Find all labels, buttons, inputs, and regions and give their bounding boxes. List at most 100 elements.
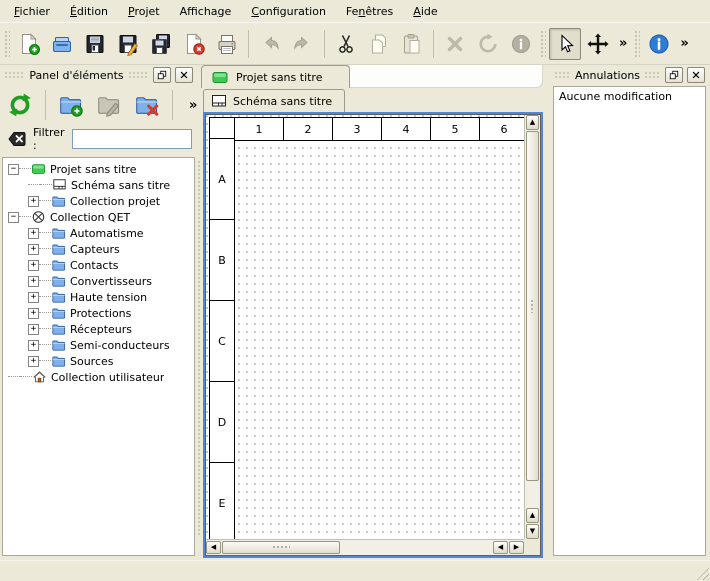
close-file-button[interactable] bbox=[178, 28, 210, 60]
tree-item-semi-conducteurs[interactable]: +Semi-conducteurs bbox=[3, 337, 194, 353]
scroll-up-icon[interactable]: ▲ bbox=[526, 115, 539, 130]
info-blue-button[interactable] bbox=[643, 28, 675, 60]
filter-input[interactable] bbox=[72, 129, 192, 149]
toolbar-extension-chevron[interactable]: » bbox=[676, 36, 692, 51]
horizontal-scrollbar[interactable]: ◀ ◀ ▶ bbox=[206, 539, 524, 555]
save-all-button[interactable] bbox=[145, 28, 177, 60]
collapse-icon[interactable]: − bbox=[8, 212, 19, 223]
refresh-button[interactable] bbox=[3, 88, 37, 122]
menu-edition[interactable]: Édition bbox=[60, 2, 118, 21]
scroll-left-icon[interactable]: ◀ bbox=[493, 541, 508, 554]
resize-grip[interactable] bbox=[695, 566, 709, 580]
menu-fichier[interactable]: Fichier bbox=[4, 2, 60, 21]
folder-edit-button[interactable] bbox=[92, 88, 126, 122]
close-panel-icon[interactable] bbox=[175, 67, 193, 83]
column-header: 3 bbox=[332, 117, 382, 141]
menu-aide[interactable]: Aide bbox=[403, 2, 447, 21]
collapse-icon[interactable]: − bbox=[8, 164, 19, 175]
tree-item-haute-tension[interactable]: + Haute tension bbox=[3, 289, 194, 305]
expand-icon[interactable]: + bbox=[28, 244, 39, 255]
tree-connector bbox=[19, 168, 31, 170]
info-gray-button[interactable] bbox=[505, 28, 537, 60]
paste-button[interactable] bbox=[396, 28, 428, 60]
tree-item-capteurs[interactable]: +Capteurs bbox=[3, 241, 194, 257]
redo-icon bbox=[291, 32, 315, 56]
tree-item-convertisseurs[interactable]: + Convertisseurs bbox=[3, 273, 194, 289]
toolbar-handle[interactable] bbox=[4, 30, 10, 58]
tree-item-protections[interactable]: +Protections bbox=[3, 305, 194, 321]
folder-new-button[interactable] bbox=[54, 88, 88, 122]
rotate-icon bbox=[476, 32, 500, 56]
print-button[interactable] bbox=[211, 28, 243, 60]
horizontal-scrollbar-thumb[interactable] bbox=[222, 541, 340, 554]
menu-projet[interactable]: Projet bbox=[118, 2, 170, 21]
save-button[interactable] bbox=[79, 28, 111, 60]
expand-icon[interactable]: + bbox=[28, 260, 39, 271]
expand-icon[interactable]: + bbox=[28, 324, 39, 335]
diagram-canvas[interactable]: 123456 ABCDE bbox=[206, 115, 524, 539]
expand-icon[interactable]: + bbox=[28, 228, 39, 239]
expand-icon[interactable]: + bbox=[28, 292, 39, 303]
delete-icon bbox=[443, 32, 467, 56]
tree-item-contacts[interactable]: +Contacts bbox=[3, 257, 194, 273]
main-area: Panel d'éléments » Filtrer : −Projet san… bbox=[0, 65, 710, 560]
float-window-icon[interactable] bbox=[665, 67, 683, 83]
tree-item-collection-utilisateur[interactable]: Collection utilisateur bbox=[3, 369, 194, 385]
save-as-button[interactable] bbox=[112, 28, 144, 60]
delete-button[interactable] bbox=[439, 28, 471, 60]
folder-delete-button[interactable] bbox=[130, 88, 164, 122]
expand-icon[interactable]: + bbox=[28, 356, 39, 367]
folder-icon bbox=[51, 258, 66, 272]
redo-button[interactable] bbox=[287, 28, 319, 60]
tree-item-label: Haute tension bbox=[70, 291, 147, 304]
tab-schema[interactable]: Schéma sans titre bbox=[203, 89, 345, 112]
tree-item-recepteurs[interactable]: +Récepteurs bbox=[3, 321, 194, 337]
toolbar-extension-chevron[interactable]: » bbox=[185, 98, 201, 113]
tree-item-schema-sans-titre[interactable]: Schéma sans titre bbox=[3, 177, 194, 193]
tree-item-label: Collection utilisateur bbox=[51, 371, 164, 384]
tab-project[interactable]: Projet sans titre bbox=[201, 65, 350, 88]
undo-button[interactable] bbox=[254, 28, 286, 60]
vertical-scrollbar-thumb[interactable] bbox=[526, 131, 539, 481]
new-document-icon bbox=[17, 32, 41, 56]
tree-item-label: Convertisseurs bbox=[70, 275, 152, 288]
expand-icon[interactable]: + bbox=[28, 340, 39, 351]
toolbar-handle[interactable] bbox=[634, 30, 640, 58]
vertical-scrollbar[interactable]: ▲ ▲ ▼ bbox=[524, 115, 540, 539]
menu-configuration[interactable]: Configuration bbox=[241, 2, 336, 21]
expand-icon[interactable]: + bbox=[28, 196, 39, 207]
new-document-button[interactable] bbox=[13, 28, 45, 60]
column-header: 1 bbox=[234, 117, 284, 141]
copy-button[interactable] bbox=[363, 28, 395, 60]
menu-affichage[interactable]: Affichage bbox=[170, 2, 242, 21]
float-window-icon[interactable] bbox=[153, 67, 171, 83]
toolbar-handle[interactable] bbox=[540, 30, 546, 58]
tree-item-automatisme[interactable]: +Automatisme bbox=[3, 225, 194, 241]
close-panel-icon[interactable] bbox=[687, 67, 705, 83]
scroll-up-icon[interactable]: ▲ bbox=[526, 508, 539, 523]
open-project-button[interactable] bbox=[46, 28, 78, 60]
rotate-button[interactable] bbox=[472, 28, 504, 60]
expand-icon[interactable]: + bbox=[28, 308, 39, 319]
expand-icon[interactable]: + bbox=[28, 276, 39, 287]
tab-schema-label: Schéma sans titre bbox=[233, 95, 332, 108]
diagram-frame: 123456 ABCDE ▲ ▲ ▼ ◀ ◀ ▶ bbox=[205, 114, 541, 556]
close-file-icon bbox=[182, 32, 206, 56]
filter-clear-icon[interactable] bbox=[7, 130, 27, 148]
scroll-right-icon[interactable]: ▶ bbox=[509, 541, 524, 554]
mdi-area: Projet sans titre Schéma sans titre 1234… bbox=[201, 65, 549, 560]
toolbar-extension-chevron[interactable]: » bbox=[615, 36, 631, 51]
scroll-down-icon[interactable]: ▼ bbox=[526, 524, 539, 539]
elements-panel-titlebar[interactable]: Panel d'éléments bbox=[1, 65, 196, 85]
cut-button[interactable] bbox=[330, 28, 362, 60]
undo-history-item[interactable]: Aucune modification bbox=[554, 88, 705, 105]
scroll-left-icon[interactable]: ◀ bbox=[206, 541, 221, 554]
tree-item-projet-sans-titre[interactable]: −Projet sans titre bbox=[3, 161, 194, 177]
tree-item-sources[interactable]: +Sources bbox=[3, 353, 194, 369]
menu-fenetres[interactable]: Fenêtres bbox=[336, 2, 403, 21]
tree-item-collection-qet[interactable]: −Collection QET bbox=[3, 209, 194, 225]
undo-panel-titlebar[interactable]: Annulations bbox=[551, 65, 708, 85]
move-mode-button[interactable] bbox=[582, 28, 614, 60]
tree-item-collection-projet[interactable]: +Collection projet bbox=[3, 193, 194, 209]
select-mode-button[interactable] bbox=[549, 28, 581, 60]
